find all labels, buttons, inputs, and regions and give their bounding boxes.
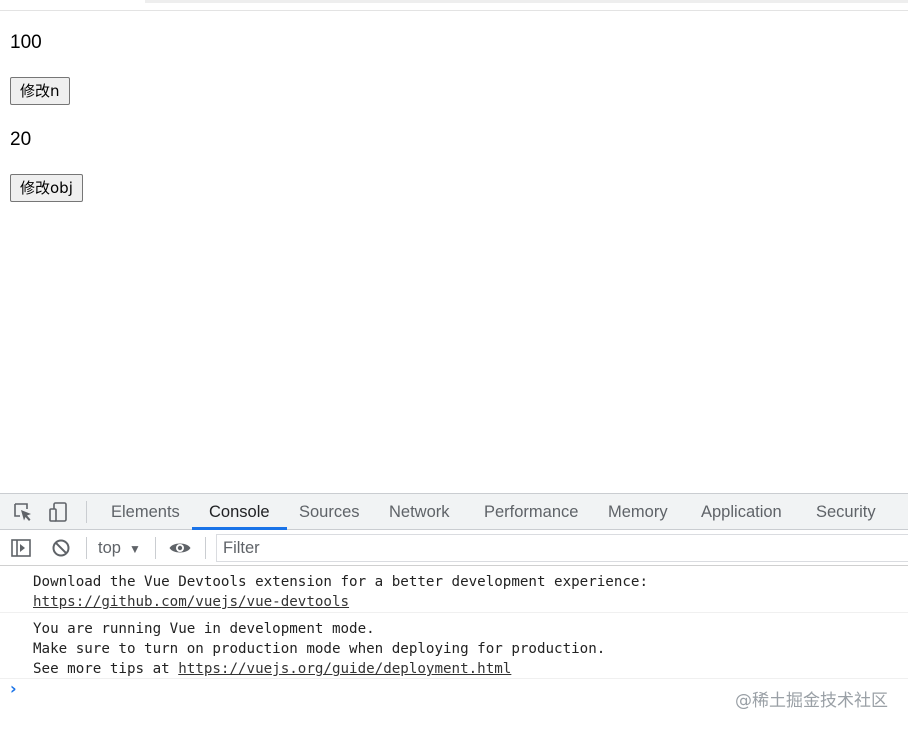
tab-performance[interactable]: Performance — [484, 494, 578, 530]
console-text: You are running Vue in development mode. — [33, 621, 375, 637]
clear-console-icon[interactable] — [49, 536, 73, 560]
chevron-down-icon: ▼ — [128, 542, 141, 556]
tab-application[interactable]: Application — [701, 494, 782, 530]
deployment-guide-link[interactable]: https://vuejs.org/guide/deployment.html — [178, 661, 511, 677]
tab-network[interactable]: Network — [389, 494, 450, 530]
browser-tab-edge — [145, 0, 908, 3]
toolbar-separator-3 — [205, 537, 206, 559]
devtools-tab-bar: Elements Console Sources Network Perform… — [0, 493, 908, 530]
tab-console[interactable]: Console — [192, 494, 286, 530]
device-toolbar-icon[interactable] — [47, 500, 71, 524]
modify-obj-button[interactable]: 修改obj — [10, 174, 83, 202]
n-value-text: 100 — [10, 32, 42, 53]
browser-window: 100 修改n 20 修改obj Elements Console Source… — [0, 0, 908, 735]
console-output: Download the Vue Devtools extension for … — [0, 566, 908, 735]
obj-value-text: 20 — [10, 129, 32, 150]
context-selector[interactable]: top ▼ — [98, 536, 141, 560]
console-message-devtools: Download the Vue Devtools extension for … — [0, 566, 908, 613]
page-content: 100 修改n 20 修改obj — [0, 11, 908, 493]
tab-security[interactable]: Security — [816, 494, 876, 530]
tab-bar-separator — [86, 501, 87, 523]
vue-devtools-link[interactable]: https://github.com/vuejs/vue-devtools — [33, 594, 349, 610]
eye-icon[interactable] — [168, 536, 192, 560]
console-toolbar: top ▼ — [0, 530, 908, 566]
toolbar-separator-1 — [86, 537, 87, 559]
toolbar-separator-2 — [155, 537, 156, 559]
tab-sources[interactable]: Sources — [299, 494, 360, 530]
tab-memory[interactable]: Memory — [608, 494, 668, 530]
tab-elements[interactable]: Elements — [111, 494, 180, 530]
show-sidebar-icon[interactable] — [9, 536, 33, 560]
filter-input[interactable] — [216, 534, 908, 562]
console-text: Download the Vue Devtools extension for … — [33, 574, 648, 590]
console-prompt-icon[interactable]: › — [10, 679, 17, 698]
console-message-dev-mode: You are running Vue in development mode.… — [0, 613, 908, 679]
devtools-panel: Elements Console Sources Network Perform… — [0, 493, 908, 735]
browser-top-strip — [0, 0, 908, 11]
modify-n-button[interactable]: 修改n — [10, 77, 70, 105]
inspect-element-icon[interactable] — [11, 500, 35, 524]
watermark: @稀土掘金技术社区 — [735, 691, 888, 711]
console-text: See more tips at — [33, 661, 179, 677]
context-label: top — [98, 539, 121, 557]
console-text: Make sure to turn on production mode whe… — [33, 641, 606, 657]
